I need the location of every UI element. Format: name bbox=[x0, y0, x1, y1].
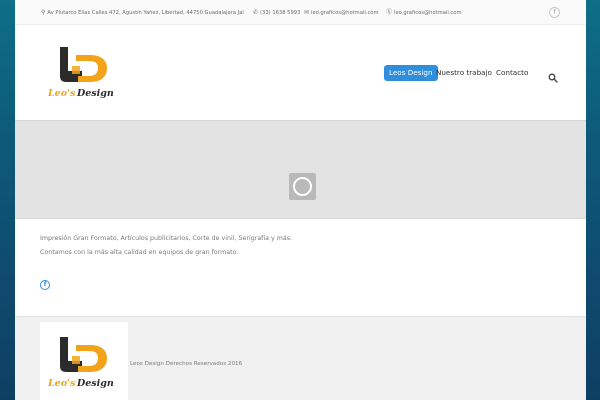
phone-icon: ✆ bbox=[253, 9, 259, 16]
top-bar: ⚲ Av Plutarco Elías Calles 472, Agustín … bbox=[15, 0, 586, 25]
services-text: Impresión Gran Formato, Artículos public… bbox=[40, 235, 293, 242]
svg-text:Leo's: Leo's bbox=[47, 378, 76, 389]
header: Leo's Design Leos Design Nuestro trabajo… bbox=[15, 26, 586, 120]
loading-spinner-icon bbox=[289, 173, 316, 200]
address-text: Av Plutarco Elías Calles 472, Agustín Ya… bbox=[47, 10, 244, 16]
footer-logo[interactable]: Leo's Design bbox=[44, 334, 124, 390]
skype-icon: Ⓢ bbox=[386, 9, 393, 16]
phone-text: (33) 1638 5993 bbox=[260, 10, 301, 16]
address-info: ⚲ Av Plutarco Elías Calles 472, Agustín … bbox=[41, 9, 244, 17]
nav-leos-design[interactable]: Leos Design bbox=[384, 65, 438, 81]
email-info[interactable]: ✉ leo.graficos@hotmail.com bbox=[304, 9, 379, 17]
skype-link[interactable]: leo.graficos@hotmail.com bbox=[394, 10, 462, 16]
search-icon[interactable] bbox=[548, 68, 558, 83]
hero-slider bbox=[15, 120, 586, 219]
facebook-icon[interactable]: f bbox=[549, 7, 560, 18]
quality-text: Contamos con la más alta calidad en equi… bbox=[40, 249, 239, 256]
copyright-text: Leos Design Derechos Reservados 2016 bbox=[130, 361, 243, 367]
site-logo[interactable]: Leo's Design bbox=[44, 44, 124, 100]
main-content: Impresión Gran Formato, Artículos public… bbox=[15, 220, 586, 316]
nav-contacto[interactable]: Contacto bbox=[491, 65, 533, 81]
email-link[interactable]: leo.graficos@hotmail.com bbox=[311, 10, 379, 16]
nav-nuestro-trabajo[interactable]: Nuestro trabajo bbox=[431, 65, 497, 81]
page: ⚲ Av Plutarco Elías Calles 472, Agustín … bbox=[15, 0, 586, 400]
map-marker-icon: ⚲ bbox=[41, 9, 46, 16]
svg-text:Leo's: Leo's bbox=[47, 88, 76, 99]
envelope-icon: ✉ bbox=[304, 9, 310, 16]
footer-logo-box: Leo's Design bbox=[40, 322, 128, 400]
footer-leos-design-logo: Leo's Design bbox=[47, 337, 114, 389]
leos-design-logo: Leo's Design bbox=[47, 47, 114, 99]
phone-info: ✆ (33) 1638 5993 bbox=[253, 9, 301, 17]
footer: Leo's Design Leos Design Derechos Reserv… bbox=[15, 316, 586, 400]
facebook-share-icon[interactable]: f bbox=[40, 280, 50, 290]
svg-text:Design: Design bbox=[76, 378, 114, 389]
skype-info[interactable]: Ⓢ leo.graficos@hotmail.com bbox=[386, 9, 462, 17]
svg-text:Design: Design bbox=[76, 88, 114, 99]
